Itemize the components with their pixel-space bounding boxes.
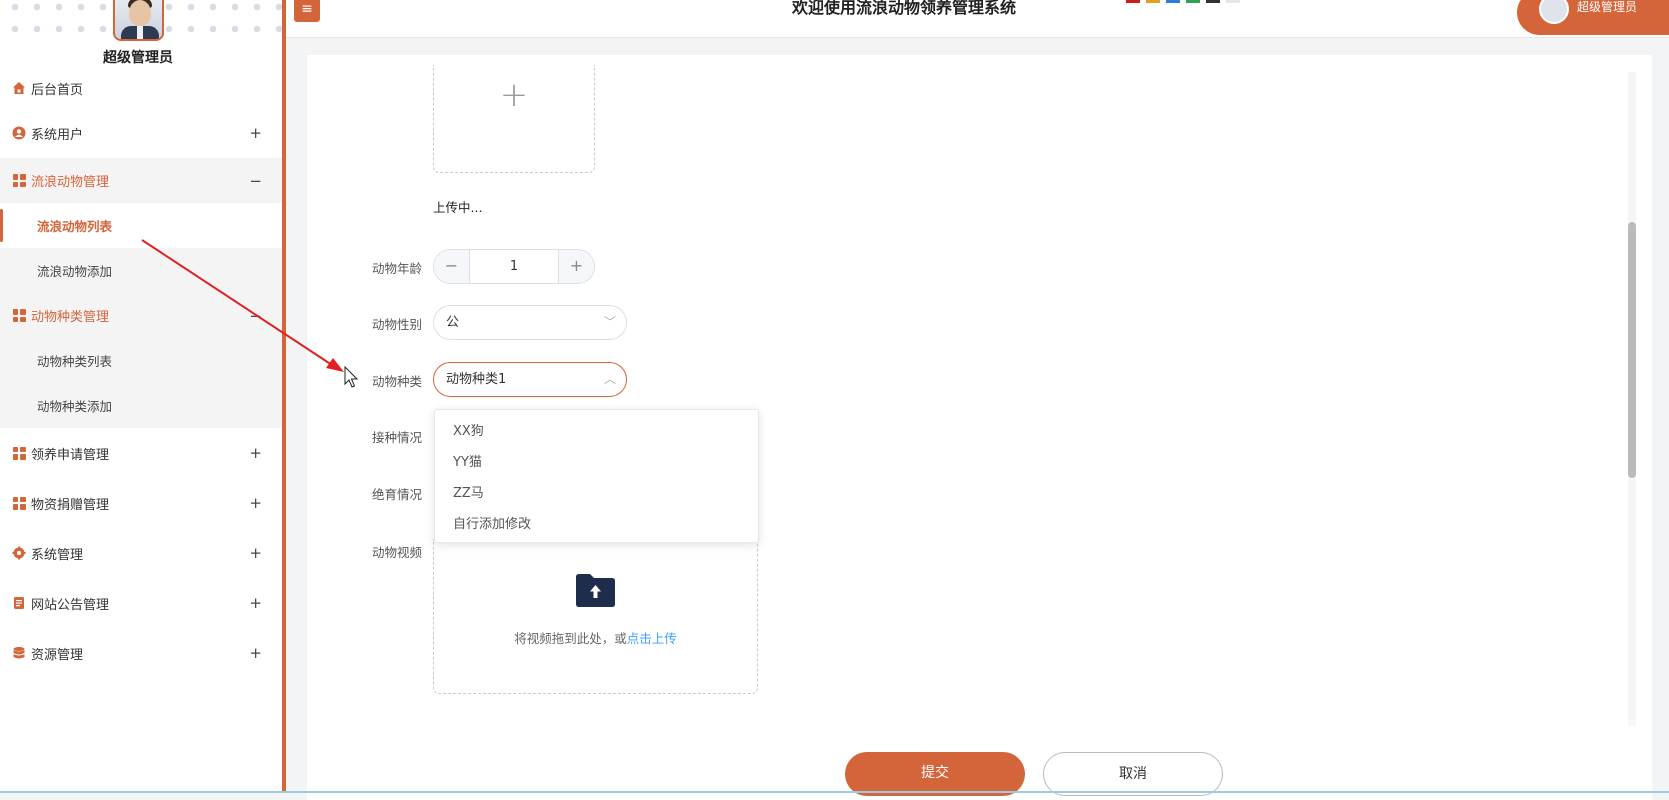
gear-icon [12,546,26,560]
sidebar-item-species[interactable]: 动物种类管理 − [0,293,282,338]
grid-icon [12,496,26,510]
species-select[interactable]: 动物种类1 ︿ [433,362,627,397]
chevron-down-icon: ﹀ [603,315,616,329]
gender-value: 公 [446,315,460,330]
cancel-button[interactable]: 取消 [1043,752,1223,796]
video-upload-hint: 将视频拖到此处，或点击上传 [434,628,757,647]
gender-label: 动物性别 [372,317,423,332]
age-value[interactable]: 1 [470,250,558,283]
grid-icon [12,446,26,460]
collapse-icon[interactable]: − [249,172,262,190]
sidebar-item-label: 物资捐赠管理 [31,497,110,513]
click-upload-link[interactable]: 点击上传 [627,631,677,646]
plus-icon: + [499,75,529,115]
dropdown-option[interactable]: 自行添加修改 [435,509,758,540]
sidebar-item-home[interactable]: 后台首页 [0,68,282,108]
expand-icon[interactable]: + [249,444,262,462]
sidebar-item-users[interactable]: 系统用户 + [0,108,282,158]
species-label: 动物种类 [372,374,423,389]
user-avatar [1539,0,1569,24]
sidebar: 超级管理员 后台首页 系统用户 + 流浪动物管理 − 流浪动物列表 流浪动物添加… [0,0,286,793]
theme-color-picker [1126,0,1240,3]
dropdown-option[interactable]: ZZ马 [435,478,758,509]
admin-name: 超级管理员 [103,50,173,66]
sidebar-item-label: 网站公告管理 [31,597,110,613]
theme-swatch-dark[interactable] [1206,0,1220,3]
sidebar-item-resources[interactable]: 资源管理 + [0,628,282,678]
sidebar-item-label: 资源管理 [31,647,84,663]
sidebar-item-label: 系统管理 [31,547,84,563]
submenu-stray-animals: 流浪动物列表 流浪动物添加 [0,203,282,293]
expand-icon[interactable]: + [249,544,262,562]
sidebar-item-stray-animal-add[interactable]: 流浪动物添加 [0,248,282,293]
expand-icon[interactable]: + [249,594,262,612]
vaccine-label: 接种情况 [372,430,423,445]
age-stepper[interactable]: − 1 + [433,249,595,284]
sidebar-item-label: 后台首页 [31,82,84,98]
submenu-species: 动物种类列表 动物种类添加 [0,338,282,428]
theme-swatch-red[interactable] [1126,0,1140,3]
decrement-button[interactable]: − [434,250,470,283]
video-upload-box[interactable]: 将视频拖到此处，或点击上传 [433,539,758,694]
sidebar-item-donation[interactable]: 物资捐赠管理 + [0,478,282,528]
expand-icon[interactable]: + [249,644,262,662]
species-dropdown: XX狗 YY猫 ZZ马 自行添加修改 [434,409,759,543]
document-icon [12,596,26,610]
sidebar-item-announcements[interactable]: 网站公告管理 + [0,578,282,628]
chevron-up-icon: ︿ [603,372,616,386]
video-hint-text: 将视频拖到此处，或 [514,631,627,646]
sidebar-item-label: 动物种类管理 [31,310,110,325]
species-value: 动物种类1 [446,372,507,387]
sidebar-item-species-list[interactable]: 动物种类列表 [0,338,282,383]
sidebar-item-system[interactable]: 系统管理 + [0,528,282,578]
user-name: 超级管理员 [1577,0,1638,14]
submit-button[interactable]: 提交 [845,752,1025,796]
sidebar-item-stray-animals[interactable]: 流浪动物管理 − [0,158,282,203]
menu-toggle-button[interactable]: ≡ [294,0,320,22]
upload-status: 上传中... [433,200,483,215]
age-label: 动物年龄 [372,261,423,276]
expand-icon[interactable]: + [249,124,262,142]
theme-swatch-yellow[interactable] [1146,0,1160,3]
sidebar-item-adoption[interactable]: 领养申请管理 + [0,428,282,478]
dropdown-option[interactable]: XX狗 [435,416,758,447]
site-title: 欢迎使用流浪动物领养管理系统 [792,0,1017,17]
folder-upload-icon [576,574,615,607]
expand-icon[interactable]: + [249,494,262,512]
grid-icon [12,174,26,188]
video-label: 动物视频 [372,545,423,560]
admin-avatar[interactable] [113,0,164,41]
database-icon [12,646,26,660]
image-upload-box[interactable]: + [433,65,595,173]
mouse-cursor-icon [344,366,358,388]
theme-swatch-light[interactable] [1226,0,1240,3]
user-menu[interactable]: 超级管理员 [1517,0,1669,35]
sterilize-label: 绝育情况 [372,487,423,502]
collapse-icon[interactable]: − [249,307,262,325]
sidebar-item-label: 领养申请管理 [31,447,110,463]
scrollbar-thumb[interactable] [1628,222,1636,478]
home-icon [12,81,26,95]
theme-swatch-blue[interactable] [1166,0,1180,3]
gender-select[interactable]: 公 ﹀ [433,305,627,340]
sidebar-item-stray-animal-list[interactable]: 流浪动物列表 [0,203,282,248]
sidebar-item-label: 流浪动物管理 [31,175,110,190]
grid-icon [12,309,26,323]
scrollbar[interactable] [1628,72,1636,726]
user-icon [12,126,26,140]
theme-swatch-green[interactable] [1186,0,1200,3]
top-bar: ≡ 欢迎使用流浪动物领养管理系统 超级管理员 [286,0,1669,38]
increment-button[interactable]: + [558,250,594,283]
sidebar-menu: 后台首页 系统用户 + 流浪动物管理 − 流浪动物列表 流浪动物添加 动物种类管… [0,68,282,678]
sidebar-item-label: 系统用户 [31,127,84,143]
sidebar-item-species-add[interactable]: 动物种类添加 [0,383,282,428]
dropdown-option[interactable]: YY猫 [435,447,758,478]
